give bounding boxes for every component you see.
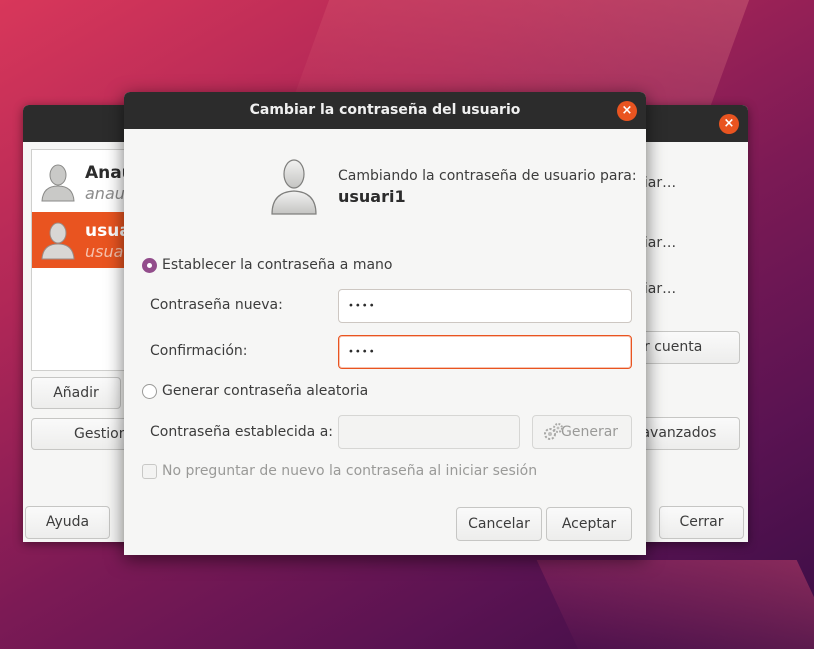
user-name: usuari1 [85, 221, 125, 241]
no-ask-checkbox[interactable] [142, 464, 157, 479]
dialog-close-button[interactable]: × [617, 101, 637, 121]
user-name: Anaue [85, 163, 125, 183]
no-ask-label: No preguntar de nuevo la contraseña al i… [162, 463, 538, 479]
new-password-label: Contraseña nueva: [150, 297, 283, 313]
dialog-header-text: Cambiando la contraseña de usuario para: [338, 168, 637, 184]
gear-icon [544, 423, 563, 440]
close-button[interactable]: Cerrar [659, 506, 744, 539]
generated-password-field[interactable] [338, 415, 520, 449]
new-password-value: •••• [348, 300, 376, 312]
help-button[interactable]: Ayuda [25, 506, 110, 539]
accept-button[interactable]: Aceptar [546, 507, 632, 541]
random-password-radio[interactable] [142, 384, 157, 399]
user-login: anaue [85, 184, 125, 203]
new-password-field[interactable]: •••• [338, 289, 632, 323]
dialog-titlebar: Cambiar la contraseña del usuario × [124, 92, 646, 129]
back-window-close-button[interactable]: × [719, 114, 739, 134]
user-login: usuari1 [85, 242, 125, 261]
generate-button[interactable]: Generar [532, 415, 632, 449]
add-user-button[interactable]: Añadir [31, 377, 121, 409]
cancel-button[interactable]: Cancelar [456, 507, 542, 541]
generate-button-label: Generar [561, 424, 619, 440]
dialog-username: usuari1 [338, 187, 406, 206]
user-list-item[interactable]: Anaue anaue [32, 154, 125, 210]
confirm-password-value: •••• [348, 346, 376, 358]
confirm-password-field[interactable]: •••• [338, 335, 632, 369]
wallpaper-streak [536, 560, 814, 649]
user-list: Anaue anaue usuari1 usuari1 [31, 149, 126, 371]
random-password-label[interactable]: Generar contraseña aleatoria [162, 383, 368, 399]
manual-password-radio[interactable] [142, 258, 157, 273]
change-password-dialog: Cambiar la contraseña del usuario × Camb… [124, 92, 646, 555]
confirm-password-label: Confirmación: [150, 343, 248, 359]
set-password-label: Contraseña establecida a: [150, 424, 334, 440]
user-avatar-icon [271, 159, 317, 215]
user-avatar-icon [41, 164, 75, 202]
user-list-item-selected[interactable]: usuari1 usuari1 [32, 212, 125, 268]
dialog-title: Cambiar la contraseña del usuario [249, 102, 521, 118]
user-avatar-icon [41, 222, 75, 260]
manual-password-label[interactable]: Establecer la contraseña a mano [162, 257, 393, 273]
